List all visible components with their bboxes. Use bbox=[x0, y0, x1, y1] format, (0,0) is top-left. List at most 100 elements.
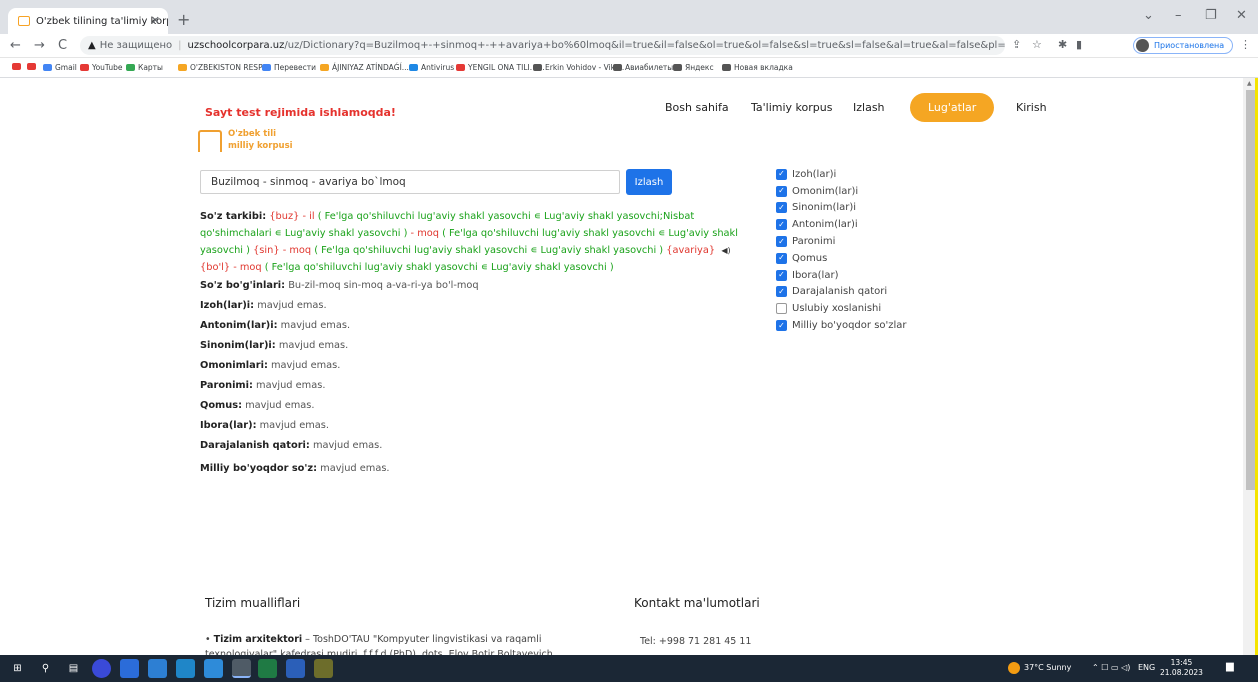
maximize-icon[interactable]: ❐ bbox=[1205, 8, 1217, 23]
checkbox-unchecked[interactable] bbox=[776, 303, 787, 315]
reload-icon[interactable]: C bbox=[58, 38, 67, 53]
site-logo[interactable]: O'zbek tili milliy korpusi bbox=[198, 128, 298, 154]
bookmark-favicon-icon bbox=[178, 64, 187, 71]
nav-kirish[interactable]: Kirish bbox=[1016, 101, 1047, 114]
calculator-app-icon[interactable] bbox=[120, 659, 139, 678]
bookmark-item[interactable]: Erkin Vohidov - Viki... bbox=[533, 63, 624, 72]
browser-menu-icon[interactable]: ⋮ bbox=[1240, 38, 1251, 51]
nav-lugatlar[interactable]: Lug'atlar bbox=[910, 93, 995, 122]
scroll-up-icon[interactable]: ▲ bbox=[1247, 80, 1252, 87]
tray-icons[interactable]: ⌃ ☐ ▭ ◁) bbox=[1092, 663, 1130, 672]
excel-app-icon[interactable] bbox=[258, 659, 277, 678]
result-value: mavjud emas. bbox=[277, 320, 351, 331]
tab-search-icon[interactable]: ⌄ bbox=[1143, 8, 1154, 23]
scrollbar-thumb[interactable] bbox=[1246, 90, 1255, 490]
bookmark-item[interactable]: Яндекс bbox=[673, 63, 714, 72]
bookmark-item[interactable] bbox=[12, 63, 24, 70]
clock[interactable]: 13:45 21.08.2023 bbox=[1160, 658, 1203, 678]
windows-start-icon[interactable]: ⊞ bbox=[8, 659, 27, 678]
filter-option[interactable]: Uslubiy xoslanishi bbox=[776, 300, 976, 317]
bookmark-item[interactable] bbox=[27, 63, 39, 70]
new-tab-icon[interactable]: + bbox=[177, 10, 190, 29]
filter-option[interactable]: ✓ Sinonim(lar)i bbox=[776, 200, 976, 217]
filter-label: Izoh(lar)i bbox=[792, 168, 837, 180]
morpheme-gloss: ( Fe'lga qo'shiluvchi lug'aviy shakl yas… bbox=[264, 262, 614, 273]
bookmark-item[interactable]: YouTube bbox=[80, 63, 123, 72]
checkbox-checked[interactable]: ✓ bbox=[776, 202, 787, 214]
checkbox-checked[interactable]: ✓ bbox=[776, 185, 787, 197]
bookmark-favicon-icon bbox=[613, 64, 622, 71]
filter-option[interactable]: ✓ Ibora(lar) bbox=[776, 267, 976, 284]
bookmark-favicon-icon bbox=[126, 64, 135, 71]
app-icon[interactable] bbox=[314, 659, 333, 678]
result-value: mavjud emas. bbox=[242, 400, 315, 411]
checkbox-checked[interactable]: ✓ bbox=[776, 320, 787, 332]
bookmark-favicon-icon bbox=[456, 64, 465, 71]
word-app-icon[interactable] bbox=[286, 659, 305, 678]
bookmark-item[interactable]: Новая вкладка bbox=[722, 63, 793, 72]
filter-option[interactable]: ✓ Qomus bbox=[776, 250, 976, 267]
side-panel-icon[interactable]: ▮ bbox=[1076, 38, 1082, 51]
filter-option[interactable]: ✓ Milliy bo'yoqdor so'zlar bbox=[776, 317, 976, 334]
task-view-icon[interactable]: ▤ bbox=[64, 659, 83, 678]
result-row: Omonimlari: mavjud emas. bbox=[200, 360, 340, 371]
nav-talimiy-korpus[interactable]: Ta'limiy korpus bbox=[751, 101, 832, 114]
url-host: uzschoolcorpara.uz bbox=[187, 40, 285, 51]
filter-option[interactable]: ✓ Izoh(lar)i bbox=[776, 166, 976, 183]
result-label: Darajalanish qatori: bbox=[200, 440, 310, 451]
bookmark-item[interactable]: Авиабилеты bbox=[613, 63, 673, 72]
checkbox-checked[interactable]: ✓ bbox=[776, 286, 787, 298]
telegram-app-icon[interactable] bbox=[204, 659, 223, 678]
bookmark-item[interactable]: Gmail bbox=[43, 63, 77, 72]
extensions-icon[interactable]: ✱ bbox=[1058, 38, 1067, 51]
speaker-icon[interactable]: ◀) bbox=[721, 246, 730, 255]
filter-option[interactable]: ✓ Paronimi bbox=[776, 233, 976, 250]
bookmark-item[interactable]: Карты bbox=[126, 63, 163, 72]
nav-izlash[interactable]: Izlash bbox=[853, 101, 885, 114]
filter-option[interactable]: ✓ Omonim(lar)i bbox=[776, 183, 976, 200]
bookmark-label: Карты bbox=[138, 63, 163, 72]
bookmark-item[interactable]: Antivirus bbox=[409, 63, 454, 72]
mail-app-icon[interactable] bbox=[176, 659, 195, 678]
bookmark-item[interactable]: ÁJINIYAZ ATÍNDAǴÍ... bbox=[320, 63, 409, 72]
nav-bosh-sahifa[interactable]: Bosh sahifa bbox=[665, 101, 729, 114]
checkbox-checked[interactable]: ✓ bbox=[776, 219, 787, 231]
share-icon[interactable]: ⇪ bbox=[1012, 38, 1021, 51]
bookmark-favicon-icon bbox=[262, 64, 271, 71]
chrome-app-icon[interactable] bbox=[232, 659, 251, 678]
url-path: /uz/Dictionary?q=Buzilmoq+-+sinmoq+-++av… bbox=[284, 40, 1005, 51]
filter-list: ✓ Izoh(lar)i ✓ Omonim(lar)i ✓ Sinonim(lar)i ✓ A… bbox=[776, 166, 976, 334]
checkbox-checked[interactable]: ✓ bbox=[776, 168, 787, 180]
bookmark-item[interactable]: Перевести bbox=[262, 63, 316, 72]
forward-icon[interactable]: → bbox=[34, 38, 45, 53]
filter-label: Qomus bbox=[792, 252, 828, 264]
back-icon[interactable]: ← bbox=[10, 38, 21, 53]
browser-tab[interactable]: O'zbek tilining ta'limiy korpusi ✕ bbox=[8, 8, 168, 34]
weather-text[interactable]: 37°C Sunny bbox=[1024, 663, 1071, 672]
checkbox-checked[interactable]: ✓ bbox=[776, 236, 787, 248]
bookmark-star-icon[interactable]: ☆ bbox=[1032, 38, 1042, 51]
checkbox-checked[interactable]: ✓ bbox=[776, 252, 787, 264]
filter-option[interactable]: ✓ Darajalanish qatori bbox=[776, 284, 976, 301]
result-label: Antonim(lar)i: bbox=[200, 320, 278, 331]
checkbox-checked[interactable]: ✓ bbox=[776, 269, 787, 281]
address-bar[interactable]: ▲ Не защищено | uzschoolcorpara.uz /uz/D… bbox=[80, 36, 1005, 55]
minimize-icon[interactable]: – bbox=[1175, 8, 1182, 23]
structure-label: So'z tarkibi: bbox=[200, 211, 267, 222]
search-icon[interactable]: ⚲ bbox=[36, 659, 55, 678]
search-input[interactable]: Buzilmoq - sinmoq - avariya bo`lmoq bbox=[200, 170, 620, 194]
bookmark-item[interactable]: O'ZBEKISTON RESP... bbox=[178, 63, 269, 72]
search-button[interactable]: Izlash bbox=[626, 169, 672, 195]
result-value: mavjud emas. bbox=[309, 440, 383, 451]
bookmark-item[interactable]: YENGIL ONA TILI. F... bbox=[456, 63, 545, 72]
filter-label: Darajalanish qatori bbox=[792, 286, 888, 298]
notifications-icon[interactable]: ▆ bbox=[1226, 661, 1234, 672]
filter-option[interactable]: ✓ Antonim(lar)i bbox=[776, 216, 976, 233]
tab-close-icon[interactable]: ✕ bbox=[151, 14, 160, 27]
file-explorer-icon[interactable] bbox=[148, 659, 167, 678]
profile-button[interactable]: Приостановлена bbox=[1133, 37, 1233, 54]
morpheme-gloss: ( Fe'lga qo'shiluvchi lug'aviy shakl yas… bbox=[314, 245, 664, 256]
assistant-icon[interactable] bbox=[92, 659, 111, 678]
window-close-icon[interactable]: ✕ bbox=[1236, 8, 1247, 23]
language-indicator[interactable]: ENG bbox=[1138, 663, 1155, 672]
